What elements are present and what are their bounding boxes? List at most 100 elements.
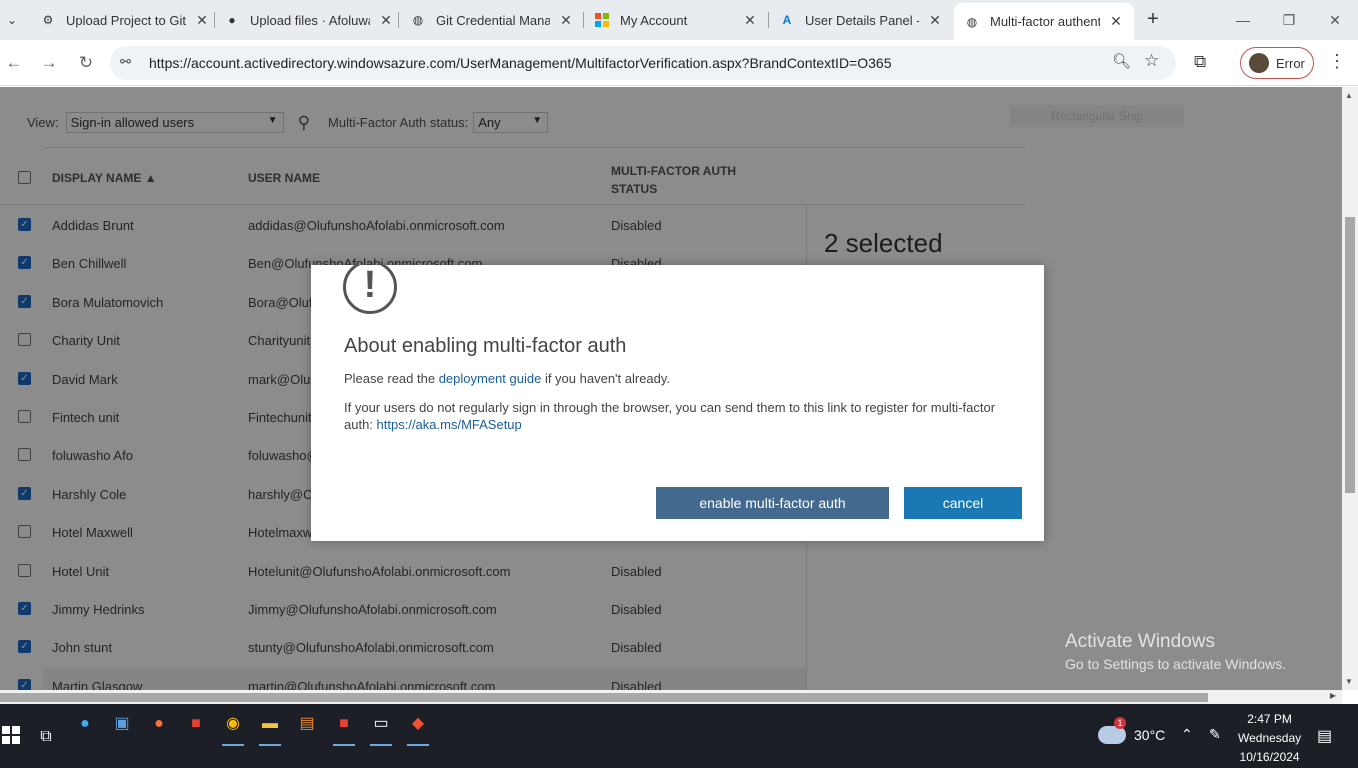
table-row[interactable]: ✓ Martin Glasgow martin@OlufunshoAfolabi.o… <box>18 666 806 690</box>
windows-start-icon[interactable] <box>0 726 22 748</box>
window-close-button[interactable]: ✕ <box>1320 8 1350 32</box>
file-explorer-icon[interactable]: ▬ <box>259 713 281 735</box>
display-name-cell[interactable]: John stunt <box>52 640 112 655</box>
close-icon[interactable]: ✕ <box>378 12 394 29</box>
display-name-cell[interactable]: Addidas Brunt <box>52 218 134 233</box>
row-checkbox[interactable] <box>18 525 31 539</box>
display-name-cell[interactable]: foluwasho Afo <box>52 448 133 463</box>
new-tab-button[interactable]: + <box>1142 8 1164 30</box>
table-row[interactable]: ✓ John stunt stunty@OlufunshoAfolabi.onmic… <box>0 628 806 666</box>
app-icon[interactable]: ▤ <box>296 713 318 735</box>
display-name-cell[interactable]: Martin Glasgow <box>52 679 142 690</box>
task-view-icon[interactable]: ⧉ <box>35 726 57 748</box>
chrome-icon[interactable]: ◉ <box>222 713 244 735</box>
wps-office-icon[interactable]: ■ <box>333 713 355 735</box>
table-row[interactable]: Hotel Unit Hotelunit@OlufunshoAfolabi.onm… <box>0 552 806 590</box>
scroll-thumb[interactable] <box>1345 217 1355 493</box>
row-checkbox[interactable] <box>18 563 31 577</box>
minimize-button[interactable]: — <box>1228 8 1258 32</box>
scroll-up-icon[interactable]: ▲ <box>1345 91 1353 100</box>
display-name-cell[interactable]: Hotel Unit <box>52 564 109 579</box>
tab-upload-project[interactable]: ⚙ Upload Project to Git ✕ <box>40 5 210 35</box>
notifications-icon[interactable]: ▤ <box>1317 726 1332 746</box>
restore-button[interactable]: ❐ <box>1274 8 1304 32</box>
horizontal-scrollbar[interactable]: ▶ <box>0 690 1342 704</box>
row-checkbox[interactable]: ✓ <box>18 678 31 690</box>
close-icon[interactable]: ✕ <box>1108 13 1124 30</box>
active-indicator <box>333 744 355 746</box>
tab-my-account[interactable]: My Account ✕ <box>594 5 758 35</box>
row-checkbox[interactable]: ✓ <box>18 486 31 500</box>
display-name-cell[interactable]: Hotel Maxwell <box>52 525 133 540</box>
display-name-cell[interactable]: Jimmy Hedrinks <box>52 602 144 617</box>
deployment-guide-link[interactable]: deployment guide <box>439 371 542 386</box>
tab-multi-factor[interactable]: ◍ Multi-factor authentic ✕ <box>954 3 1134 40</box>
header-display-name[interactable]: DISPLAY NAME ▲ <box>52 171 157 185</box>
zoom-icon[interactable]: 🔍︎ <box>1112 52 1131 70</box>
scroll-right-icon[interactable]: ▶ <box>1330 691 1336 700</box>
tab-user-details[interactable]: A User Details Panel - M ✕ <box>779 5 943 35</box>
row-checkbox[interactable]: ✓ <box>18 371 31 385</box>
display-name-cell[interactable]: Fintech unit <box>52 410 119 425</box>
close-icon[interactable]: ✕ <box>194 12 210 29</box>
header-user-name[interactable]: USER NAME <box>248 171 320 185</box>
row-checkbox[interactable]: ✓ <box>18 256 31 270</box>
terminal-icon[interactable]: ▭ <box>370 713 392 735</box>
profile-button[interactable]: Error <box>1240 47 1314 79</box>
display-name-cell[interactable]: Ben Chillwell <box>52 256 126 271</box>
display-name-cell[interactable]: David Mark <box>52 372 118 387</box>
tab-label: Upload Project to Git <box>66 12 186 28</box>
search-icon[interactable]: ⚲ <box>298 113 310 133</box>
clock[interactable]: 2:47 PM Wednesday 10/16/2024 <box>1238 710 1301 767</box>
select-all-checkbox[interactable] <box>18 171 31 184</box>
pen-icon[interactable]: ✎ <box>1209 726 1221 743</box>
weather-widget[interactable]: 1 30°C <box>1098 717 1165 744</box>
extensions-icon[interactable]: ⧉ <box>1194 52 1206 72</box>
table-row[interactable]: ✓ Addidas Brunt addidas@OlufunshoAfolabi.o… <box>0 206 806 244</box>
row-checkbox[interactable] <box>18 448 31 462</box>
row-checkbox[interactable] <box>18 410 31 423</box>
scroll-down-icon[interactable]: ▼ <box>1345 677 1353 686</box>
site-info-icon[interactable]: ⚯ <box>120 54 131 70</box>
view-select[interactable]: Sign-in allowed users ▼ <box>65 112 284 133</box>
row-checkbox[interactable]: ✓ <box>18 294 31 308</box>
address-bar[interactable]: ⚯ https://account.activedirectory.window… <box>110 46 1176 80</box>
close-icon[interactable]: ✕ <box>927 12 943 29</box>
enable-mfa-button[interactable]: enable multi-factor auth <box>656 487 889 519</box>
cancel-button[interactable]: cancel <box>904 487 1022 519</box>
bookmark-star-icon[interactable]: ☆ <box>1144 51 1159 71</box>
display-name-cell[interactable]: Bora Mulatomovich <box>52 295 163 310</box>
store-icon[interactable]: ▣ <box>111 713 133 735</box>
table-row[interactable]: ✓ Jimmy Hedrinks Jimmy@OlufunshoAfolabi.on… <box>0 590 806 628</box>
close-icon[interactable]: ✕ <box>558 12 574 29</box>
vertical-scrollbar[interactable]: ▲ ▼ <box>1342 87 1358 690</box>
menu-icon[interactable]: ⋮ <box>1328 51 1346 72</box>
git-icon[interactable]: ◆ <box>407 713 429 735</box>
wps-icon[interactable]: ■ <box>185 713 207 735</box>
tab-search-icon[interactable]: ⌄ <box>0 0 24 40</box>
tab-label: Git Credential Manag <box>436 12 550 28</box>
tab-git-credential[interactable]: ◍ Git Credential Manag ✕ <box>410 5 574 35</box>
back-arrow-icon[interactable]: ← <box>2 51 26 75</box>
close-icon[interactable]: ✕ <box>742 12 758 29</box>
header-mfa-status[interactable]: MULTI-FACTOR AUTH STATUS <box>611 162 751 198</box>
display-name-cell[interactable]: Charity Unit <box>52 333 120 348</box>
url-text[interactable]: https://account.activedirectory.windowsa… <box>149 55 892 71</box>
display-name-cell[interactable]: Harshly Cole <box>52 487 126 502</box>
mfa-status-select[interactable]: Any ▼ <box>473 112 549 133</box>
edge-icon[interactable]: ● <box>74 713 96 735</box>
row-checkbox[interactable] <box>18 333 31 347</box>
user-name-cell: Jimmy@OlufunshoAfolabi.onmicrosoft.com <box>248 602 497 617</box>
mfa-setup-link[interactable]: https://aka.ms/MFASetup <box>377 417 522 432</box>
scroll-thumb[interactable] <box>0 693 1208 702</box>
globe-icon: ◍ <box>412 13 424 27</box>
firefox-icon[interactable]: ● <box>148 713 170 735</box>
forward-arrow-icon[interactable]: → <box>37 51 61 75</box>
tab-upload-files[interactable]: ● Upload files · Afoluwa ✕ <box>224 5 394 35</box>
chevron-up-icon[interactable]: ⌃ <box>1181 726 1193 743</box>
row-checkbox[interactable]: ✓ <box>18 640 31 654</box>
row-checkbox[interactable]: ✓ <box>18 218 31 231</box>
reload-icon[interactable]: ↻ <box>74 51 98 75</box>
row-checkbox[interactable]: ✓ <box>18 602 31 615</box>
tab-label: User Details Panel - M <box>805 12 919 28</box>
